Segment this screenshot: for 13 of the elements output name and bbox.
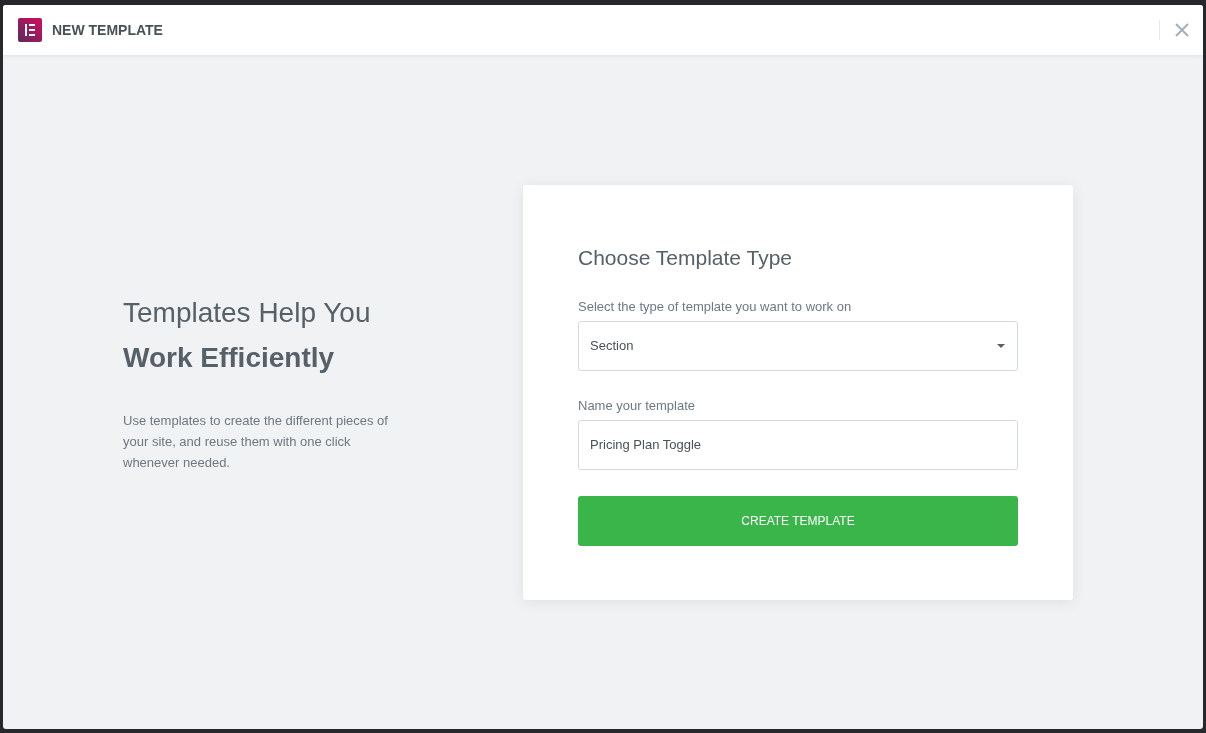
logo-icon (18, 18, 42, 42)
field-label: Name your template (578, 396, 697, 415)
field-label: Select the type of template you want to work on (578, 297, 853, 316)
close-icon (1175, 23, 1189, 37)
form-title: Choose Template Type (578, 244, 794, 271)
close-button[interactable] (1174, 22, 1190, 38)
intro-heading-bold: Work Efficiently (123, 340, 336, 375)
template-type-select[interactable]: Section (578, 320, 1018, 371)
dialog-title: NEW TEMPLATE (52, 20, 163, 40)
template-name-input[interactable]: Pricing Plan Toggle (578, 419, 1018, 470)
intro-heading: Templates Help You (123, 295, 372, 330)
caret-icon (997, 343, 1005, 348)
intro-description: Use templates to create the different pieces of your site, and reuse them with one click whenever needed. (123, 411, 389, 472)
